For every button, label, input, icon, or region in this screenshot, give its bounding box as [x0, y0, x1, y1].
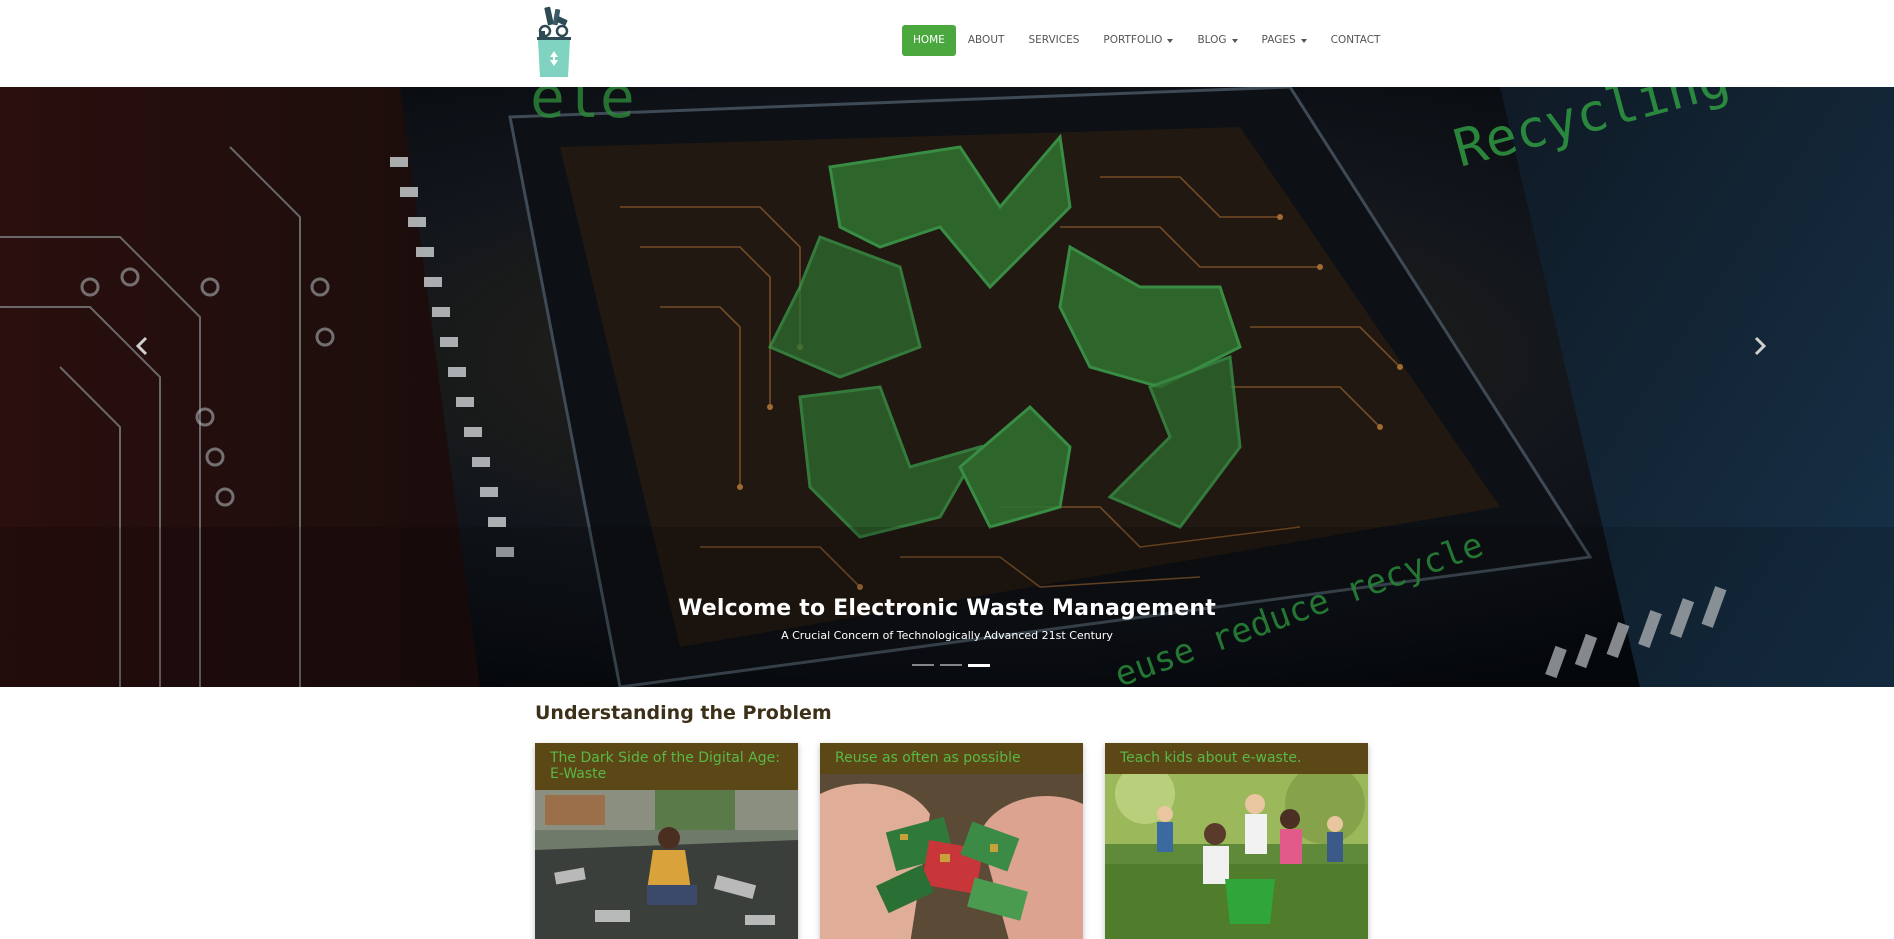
card-title[interactable]: The Dark Side of the Digital Age: E-Wast… [535, 743, 798, 790]
nav-home-label: HOME [913, 34, 945, 46]
hero-title: Welcome to Electronic Waste Management [678, 596, 1216, 621]
card-reuse[interactable]: Reuse as often as possible [820, 743, 1083, 939]
card-image-child-on-e-waste[interactable] [535, 790, 798, 939]
card-e-waste[interactable]: The Dark Side of the Digital Age: E-Wast… [535, 743, 798, 939]
hero-carousel: ele Recycling euse reduce recycle Welcom… [0, 87, 1894, 687]
main-navigation: HOME ABOUT SERVICES PORTFOLIO BLOG PAGES… [902, 25, 1392, 56]
nav-pages-label: PAGES [1261, 34, 1296, 46]
nav-about-label: ABOUT [967, 34, 1005, 46]
hero-subtitle: A Crucial Concern of Technologically Adv… [781, 629, 1113, 642]
hero-image-text-ele: ele [530, 87, 635, 131]
carousel-indicator-1[interactable] [912, 664, 934, 666]
carousel-indicator-2[interactable] [940, 664, 962, 666]
nav-services-label: SERVICES [1028, 34, 1080, 46]
chevron-right-icon [1754, 336, 1767, 356]
card-image-kids-recycling[interactable] [1105, 774, 1368, 939]
caret-down-icon [1300, 38, 1307, 43]
section-title: Understanding the Problem [535, 702, 832, 724]
card-title[interactable]: Reuse as often as possible [820, 743, 1083, 774]
caret-down-icon [1231, 38, 1238, 43]
nav-about[interactable]: ABOUT [956, 25, 1017, 56]
nav-blog-dropdown[interactable]: BLOG [1185, 25, 1249, 56]
nav-pages-dropdown[interactable]: PAGES [1250, 25, 1319, 56]
nav-home[interactable]: HOME [902, 25, 956, 56]
chevron-left-icon [135, 336, 148, 356]
nav-services[interactable]: SERVICES [1016, 25, 1091, 56]
nav-contact[interactable]: CONTACT [1319, 25, 1393, 56]
nav-portfolio-dropdown[interactable]: PORTFOLIO [1091, 25, 1185, 56]
site-header: HOME ABOUT SERVICES PORTFOLIO BLOG PAGES… [0, 0, 1894, 87]
caret-down-icon [1167, 38, 1174, 43]
card-teach-kids[interactable]: Teach kids about e-waste. [1105, 743, 1368, 939]
nav-portfolio-label: PORTFOLIO [1103, 34, 1163, 46]
card-image-hands-with-circuit-boards[interactable] [820, 774, 1083, 939]
carousel-indicators [912, 663, 990, 667]
carousel-prev-button[interactable] [132, 331, 152, 361]
nav-contact-label: CONTACT [1330, 34, 1381, 46]
nav-blog-label: BLOG [1197, 34, 1227, 46]
carousel-next-button[interactable] [1750, 331, 1770, 361]
card-title[interactable]: Teach kids about e-waste. [1105, 743, 1368, 774]
carousel-indicator-3[interactable] [968, 663, 990, 667]
logo-recycle-bin-icon[interactable] [535, 5, 573, 78]
